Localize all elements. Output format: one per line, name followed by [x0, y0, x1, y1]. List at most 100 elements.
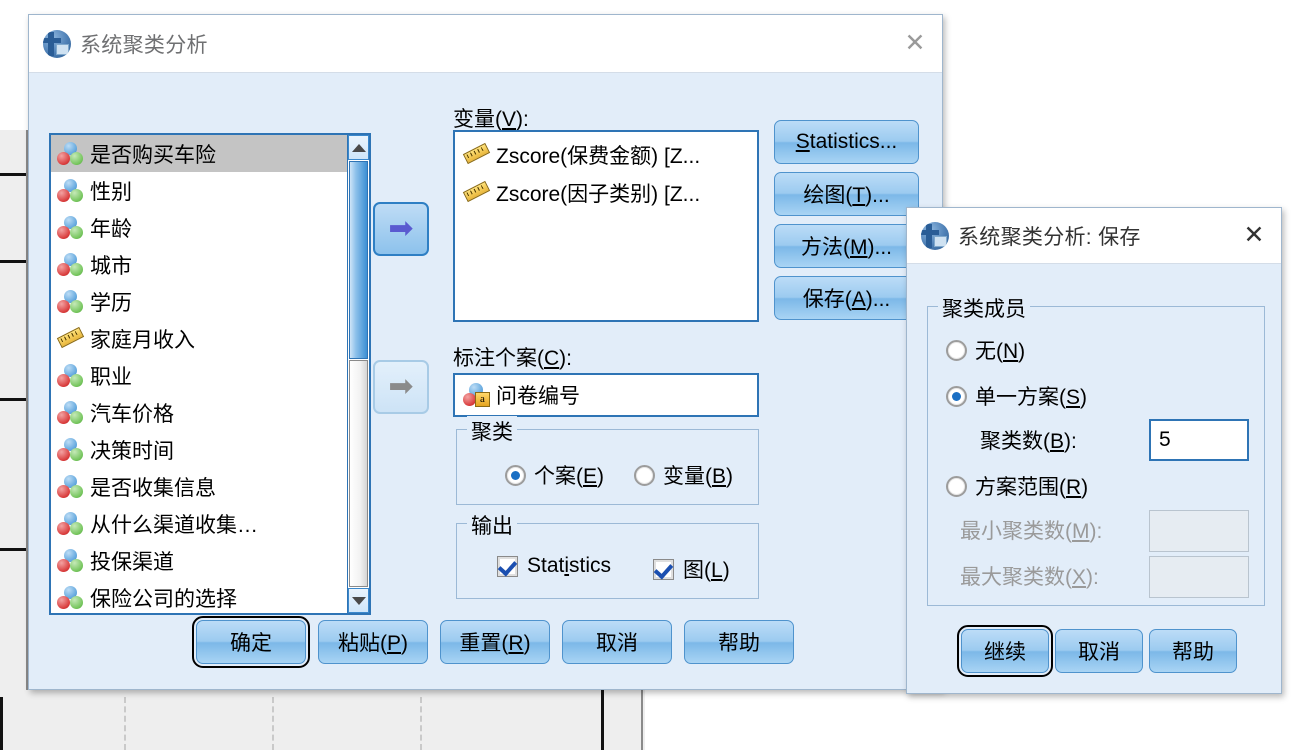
- variables-list[interactable]: Zscore(保费金额) [Z... Zscore(因子类别) [Z...: [453, 130, 759, 322]
- list-item[interactable]: 家庭月收入: [51, 320, 347, 357]
- cluster-variables-label: 变量(B): [663, 460, 733, 490]
- statistics-button-label: Statistics...: [796, 130, 898, 154]
- btn-suffix: )...: [865, 288, 891, 311]
- list-item-label: 学历: [90, 291, 132, 315]
- list-item-label: 职业: [90, 365, 132, 389]
- reset-button[interactable]: 重置(R): [440, 620, 550, 664]
- none-radio-label: 无(N): [975, 335, 1025, 365]
- help-button-label: 帮助: [1172, 641, 1214, 664]
- output-plots-checkbox[interactable]: 图(L): [653, 554, 730, 584]
- list-item-label: 保险公司的选择: [90, 587, 237, 611]
- btn-key: R: [508, 632, 524, 655]
- number-of-clusters-input[interactable]: 5: [1149, 419, 1249, 461]
- close-icon[interactable]: ✕: [898, 27, 932, 61]
- list-item[interactable]: 汽车价格: [51, 394, 347, 431]
- btn-prefix: 绘图(: [803, 184, 853, 207]
- btn-key: M: [850, 236, 868, 259]
- grid-border-right2: [641, 690, 643, 750]
- check-label-suffix: stics: [569, 554, 612, 577]
- variables-label-suffix: ):: [516, 108, 529, 131]
- field-label-suffix: ):: [1086, 566, 1099, 589]
- radio-label-suffix: ): [726, 465, 734, 488]
- help-button[interactable]: 帮助: [684, 620, 794, 664]
- minimum-clusters-label: 最小聚类数(M):: [960, 515, 1102, 545]
- label-cases-label-suffix: ):: [559, 347, 572, 370]
- single-solution-radio[interactable]: 单一方案(S): [946, 381, 1087, 411]
- list-item[interactable]: 性别: [51, 172, 347, 209]
- move-to-label-cases-button[interactable]: ➡: [373, 360, 429, 414]
- dialog-titlebar: 系统聚类分析 ✕: [29, 15, 942, 73]
- save-button[interactable]: 保存(A)...: [774, 276, 919, 320]
- label-cases-label-prefix: 标注个案(: [453, 347, 544, 370]
- method-button-label: 方法(M)...: [801, 231, 892, 261]
- scale-icon: [462, 180, 491, 205]
- close-icon[interactable]: ✕: [1237, 219, 1271, 253]
- cluster-variables-radio[interactable]: 变量(B): [634, 460, 733, 490]
- nominal-icon: [57, 363, 84, 388]
- list-item[interactable]: Zscore(因子类别) [Z...: [455, 174, 757, 212]
- move-to-variables-button[interactable]: ➡: [373, 202, 429, 256]
- list-item[interactable]: 从什么渠道收集…: [51, 505, 347, 542]
- source-variable-list[interactable]: 是否购买车险 性别 年龄 城市 学历 家庭月收入 职业 汽车价格 决策时间 是否…: [49, 133, 371, 615]
- range-of-solutions-radio[interactable]: 方案范围(R): [946, 471, 1088, 501]
- chevron-up-icon: [351, 143, 366, 152]
- btn-prefix: 方法(: [801, 236, 850, 259]
- chevron-down-icon: [351, 596, 366, 605]
- nominal-icon: [57, 548, 84, 573]
- nominal-icon: [57, 511, 84, 536]
- list-item[interactable]: 职业: [51, 357, 347, 394]
- list-item[interactable]: 年龄: [51, 209, 347, 246]
- none-radio[interactable]: 无(N): [946, 335, 1025, 365]
- cluster-groupbox: 聚类 个案(E) 变量(B): [456, 416, 759, 505]
- list-item[interactable]: 决策时间: [51, 431, 347, 468]
- help-button[interactable]: 帮助: [1149, 629, 1237, 673]
- minimum-clusters-input[interactable]: [1149, 510, 1249, 552]
- list-item[interactable]: 是否购买车险: [51, 135, 347, 172]
- list-item[interactable]: 城市: [51, 246, 347, 283]
- scroll-up-button[interactable]: [348, 135, 369, 160]
- method-button[interactable]: 方法(M)...: [774, 224, 919, 268]
- maximum-clusters-label: 最大聚类数(X):: [960, 561, 1099, 591]
- cluster-cases-radio[interactable]: 个案(E): [505, 460, 604, 490]
- checkbox-icon: [653, 558, 674, 580]
- label-cases-value-row[interactable]: a 问卷编号: [455, 375, 757, 415]
- save-button-label: 保存(A)...: [803, 283, 891, 313]
- maximum-clusters-input[interactable]: [1149, 556, 1249, 598]
- cancel-button[interactable]: 取消: [1055, 629, 1143, 673]
- cluster-membership-groupbox: 聚类成员 无(N) 单一方案(S) 聚类数(B): 5 方案范围(R) 最小聚类…: [927, 293, 1265, 606]
- cluster-groupbox-title: 聚类: [467, 416, 517, 446]
- scrollbar-track[interactable]: [349, 360, 368, 587]
- radio-label-prefix: 个案(: [534, 465, 583, 488]
- label-cases-label-key: C: [544, 347, 560, 370]
- radio-icon: [946, 475, 967, 497]
- list-item[interactable]: 是否收集信息: [51, 468, 347, 505]
- cancel-button[interactable]: 取消: [562, 620, 672, 664]
- source-list-scrollbar[interactable]: [347, 135, 369, 613]
- paste-button[interactable]: 粘贴(P): [318, 620, 428, 664]
- list-item[interactable]: 投保渠道: [51, 542, 347, 579]
- list-item-label: 是否收集信息: [90, 476, 216, 500]
- scroll-down-button[interactable]: [348, 588, 369, 613]
- reset-button-label: 重置(R): [459, 627, 530, 657]
- ok-button[interactable]: 确定: [192, 616, 310, 668]
- btn-key: T: [852, 184, 866, 207]
- field-label-key: M: [1072, 520, 1090, 543]
- output-statistics-label: Statistics: [527, 554, 611, 578]
- btn-suffix: tatistics...: [809, 130, 898, 153]
- scrollbar-thumb[interactable]: [349, 161, 368, 359]
- nominal-icon: [57, 437, 84, 462]
- output-plots-label: 图(L): [683, 554, 730, 584]
- number-of-clusters-value: 5: [1159, 428, 1171, 451]
- nominal-icon: [57, 178, 84, 203]
- radio-label-prefix: 变量(: [663, 465, 712, 488]
- radio-icon: [505, 464, 526, 486]
- statistics-button[interactable]: Statistics...: [774, 120, 919, 164]
- label-cases-field[interactable]: a 问卷编号: [453, 373, 759, 417]
- plots-button[interactable]: 绘图(T)...: [774, 172, 919, 216]
- output-statistics-checkbox[interactable]: Statistics: [497, 554, 611, 578]
- list-item[interactable]: 保险公司的选择: [51, 579, 347, 613]
- continue-button[interactable]: 继续: [957, 625, 1053, 677]
- list-item[interactable]: Zscore(保费金额) [Z...: [455, 136, 757, 174]
- list-item[interactable]: 学历: [51, 283, 347, 320]
- list-item-label: 决策时间: [90, 439, 174, 463]
